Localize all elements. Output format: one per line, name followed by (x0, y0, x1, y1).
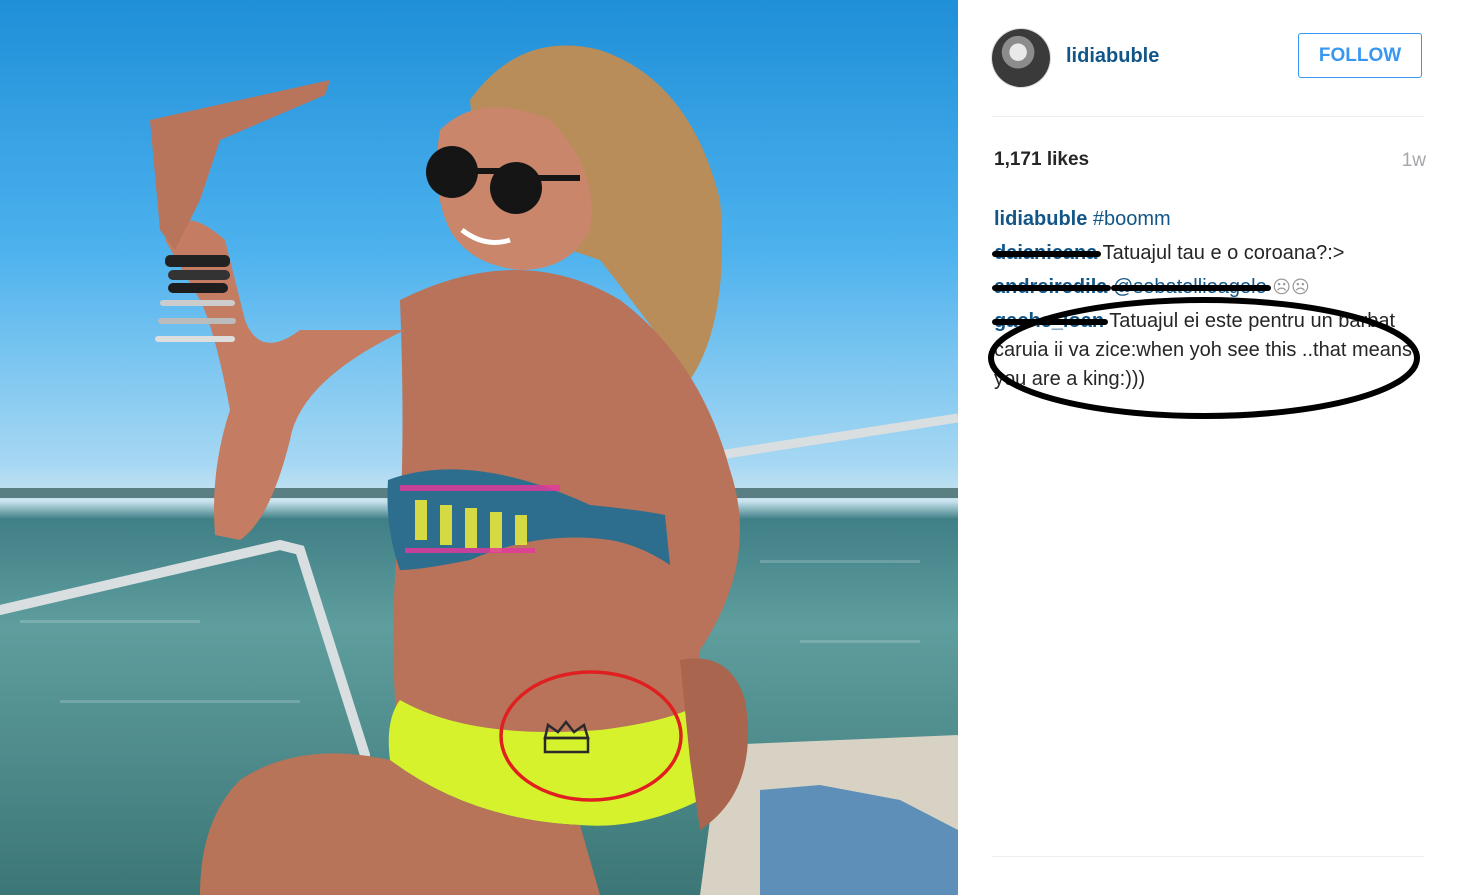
caption-username[interactable]: lidiabuble (994, 208, 1087, 230)
caption: lidiabuble #boomm (994, 205, 1434, 234)
footer-divider (992, 856, 1424, 857)
boat-railing-right (719, 413, 958, 460)
post-sidebar: lidiabuble FOLLOW 1,171 likes 1w lidiabu… (958, 0, 1462, 895)
post-photo[interactable] (0, 0, 958, 895)
author-username[interactable]: lidiabuble (1066, 45, 1159, 68)
likes-count[interactable]: 1,171 likes (994, 149, 1089, 171)
hand (150, 80, 330, 250)
frown-emoji-icon: ☹☹ (1272, 277, 1310, 297)
caption-hashtag[interactable]: #boomm (1093, 208, 1171, 230)
avatar[interactable] (992, 29, 1050, 87)
follow-button[interactable]: FOLLOW (1298, 33, 1422, 78)
comment-username-redacted[interactable]: daianicana (991, 239, 1102, 268)
photo-illustration (0, 45, 958, 895)
black-ellipse-annotation (988, 297, 1420, 419)
comment-item: daianicana Tatuajul tau e o coroana?:> (991, 239, 1434, 268)
header-divider (992, 116, 1424, 117)
comment-text: Tatuajul tau e o coroana?:> (1102, 242, 1345, 264)
post-age[interactable]: 1w (1402, 150, 1426, 172)
boat-railing-left (0, 539, 370, 760)
